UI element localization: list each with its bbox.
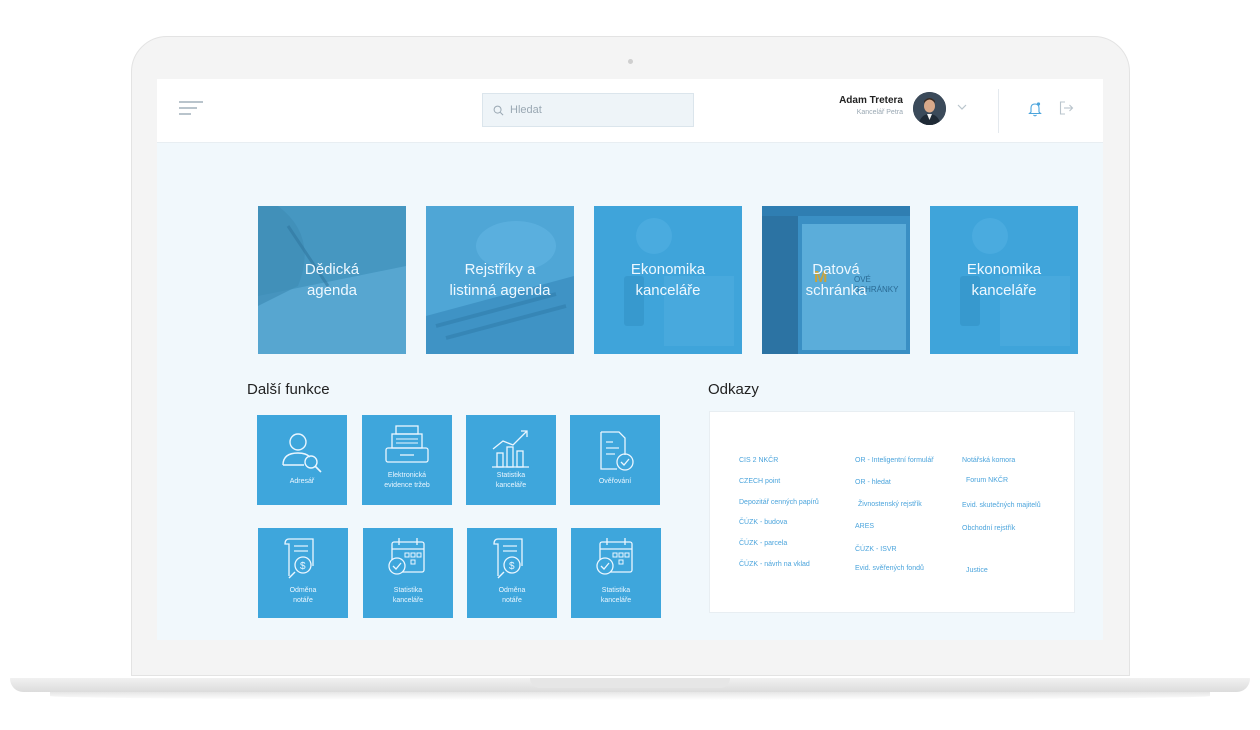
link[interactable]: Forum NKČR	[966, 477, 1008, 484]
link[interactable]: Notářská komora	[962, 457, 1015, 464]
link[interactable]: ČÚZK - budova	[739, 519, 787, 526]
tile-rejstriky[interactable]: Rejstříky a listinná agenda	[426, 206, 574, 354]
logout-icon[interactable]	[1059, 101, 1074, 115]
svg-text:$: $	[300, 561, 306, 572]
link[interactable]: Živnostenský rejstřík	[858, 501, 922, 508]
tile-ekonomika-2[interactable]: Ekonomika kanceláře	[930, 206, 1078, 354]
avatar[interactable]	[913, 92, 946, 125]
fn-label: Statistika kanceláře	[495, 472, 527, 489]
tile-label: Ekonomika kanceláře	[966, 261, 1042, 299]
link[interactable]: OR - hledat	[855, 479, 891, 486]
document-check-icon	[600, 431, 634, 471]
bar-chart-icon	[492, 430, 529, 468]
link[interactable]: CIS 2 NKČR	[739, 457, 778, 464]
svg-text:$: $	[509, 561, 515, 572]
link[interactable]: ARES	[855, 523, 874, 530]
fn-label: Ověřování	[598, 478, 632, 485]
tile-datova-schranka[interactable]: M OVÉ SCHRÁNKY Datová schránka	[762, 206, 910, 354]
link[interactable]: CZECH point	[739, 478, 780, 485]
fn-label: Adresář	[289, 478, 315, 485]
bell-icon[interactable]	[1028, 101, 1042, 117]
calendar-check-icon	[596, 538, 633, 575]
tile-label: Datová schránka	[805, 261, 867, 299]
fn-label: Odměna notáře	[498, 587, 526, 604]
links-title: Odkazy	[708, 381, 759, 398]
fn-label: Statistika kanceláře	[392, 587, 424, 604]
fn-label: Elektronická evidence tržeb	[384, 472, 430, 489]
cash-register-icon	[385, 425, 429, 463]
user-name: Adam Tretera	[839, 95, 903, 106]
laptop-shadow	[50, 692, 1210, 700]
fn-overovani[interactable]: Ověřování	[570, 415, 660, 505]
chevron-down-icon[interactable]	[957, 103, 967, 111]
camera	[628, 59, 633, 64]
search-icon	[493, 105, 504, 115]
fn-statistika-1[interactable]: Statistika kanceláře	[466, 415, 556, 505]
link[interactable]: Evid. svěřených fondů	[855, 565, 924, 572]
link[interactable]: Justice	[966, 567, 988, 574]
link[interactable]: Obchodní rejstřík	[962, 525, 1015, 532]
invoice-money-icon: $	[284, 538, 314, 579]
tile-label: Dědická agenda	[304, 261, 360, 299]
link[interactable]: ČÚZK - parcela	[739, 540, 787, 547]
top-bar: Adam Tretera Kancelář Petra	[157, 79, 1103, 143]
search-input[interactable]	[510, 104, 680, 116]
user-search-icon	[282, 433, 322, 473]
fn-odmena-2[interactable]: $ Odměna notáře	[467, 528, 557, 618]
laptop-notch	[530, 678, 730, 688]
links-card: CIS 2 NKČR CZECH point Depozitář cenných…	[709, 411, 1075, 613]
app-screen: Adam Tretera Kancelář Petra	[157, 79, 1103, 640]
menu-icon[interactable]	[179, 101, 203, 119]
tile-ekonomika-1[interactable]: Ekonomika kanceláře	[594, 206, 742, 354]
header-divider	[998, 89, 999, 133]
link[interactable]: ČÚZK - návrh na vklad	[739, 561, 810, 568]
fn-odmena-1[interactable]: $ Odměna notáře	[258, 528, 348, 618]
functions-title: Další funkce	[247, 381, 330, 398]
fn-label: Odměna notáře	[289, 587, 317, 604]
fn-label: Statistika kanceláře	[600, 587, 632, 604]
invoice-money-icon: $	[493, 538, 523, 579]
tile-label: Rejstříky a listinná agenda	[449, 261, 551, 299]
link[interactable]: ČÚZK - ISVR	[855, 546, 897, 553]
calendar-check-icon	[388, 538, 425, 575]
fn-statistika-3[interactable]: Statistika kanceláře	[571, 528, 661, 618]
link[interactable]: OR - Inteligentní formulář	[855, 457, 934, 464]
fn-statistika-2[interactable]: Statistika kanceláře	[363, 528, 453, 618]
fn-eet[interactable]: Elektronická evidence tržeb	[362, 415, 452, 505]
user-info[interactable]: Adam Tretera Kancelář Petra	[839, 95, 903, 116]
tile-label: Ekonomika kanceláře	[630, 261, 706, 299]
search-box[interactable]	[482, 93, 694, 127]
tile-dedicka-agenda[interactable]: Dědická agenda	[258, 206, 406, 354]
link[interactable]: Depozitář cenných papírů	[739, 499, 819, 506]
link[interactable]: Evid. skutečných majitelů	[962, 502, 1041, 509]
user-office: Kancelář Petra	[856, 109, 903, 116]
fn-adresar[interactable]: Adresář	[257, 415, 347, 505]
